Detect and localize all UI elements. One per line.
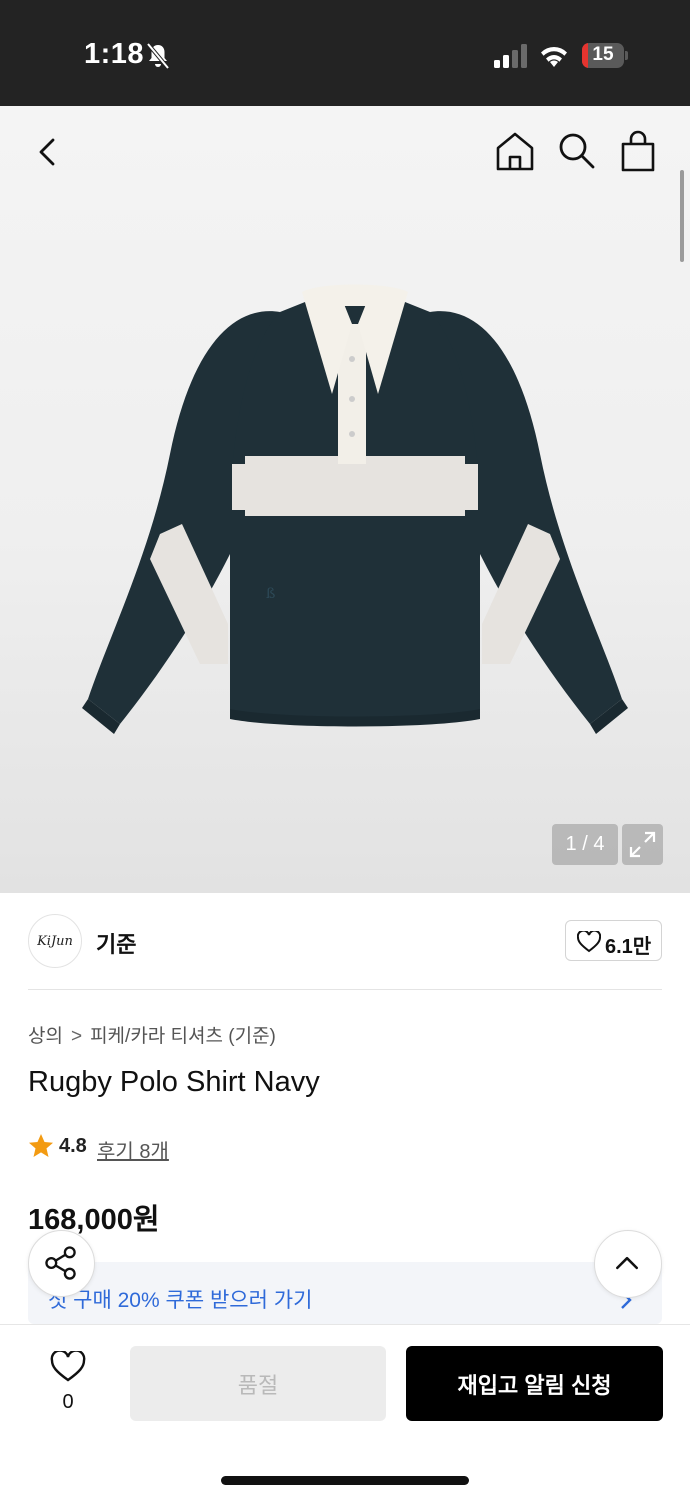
review-count-link[interactable]: 후기 8개 <box>97 1135 169 1164</box>
bottom-action-bar: 0 품절 재입고 알림 신청 <box>0 1324 690 1500</box>
breadcrumb-category[interactable]: 상의 <box>28 1026 63 1047</box>
shopping-bag-icon[interactable] <box>618 130 658 172</box>
breadcrumb-subcategory[interactable]: 피케/카라 티셔츠 (기준) <box>90 1026 276 1047</box>
expand-icon <box>629 831 656 858</box>
status-bar: 1:18 15 <box>0 0 690 106</box>
bell-slash-icon <box>146 42 170 70</box>
chevron-up-icon <box>616 1256 638 1270</box>
status-time: 1:18 <box>84 38 145 70</box>
svg-text:ß: ß <box>266 586 275 602</box>
image-page-counter: 1 / 4 <box>552 824 618 865</box>
soldout-button: 품절 <box>130 1346 386 1421</box>
share-button[interactable] <box>28 1230 95 1297</box>
product-gallery[interactable]: ß 1 / 4 <box>0 106 690 893</box>
battery-level: 15 <box>592 44 614 65</box>
wifi-icon <box>541 46 567 67</box>
star-icon <box>29 1134 53 1157</box>
brand-like-count: 6.1만 <box>605 936 652 958</box>
chevron-right-icon: > <box>70 1026 83 1047</box>
heart-icon[interactable] <box>50 1351 86 1383</box>
divider <box>28 989 662 990</box>
product-title: Rugby Polo Shirt Navy <box>28 1066 320 1098</box>
cellular-signal-icon <box>494 44 527 68</box>
share-icon <box>45 1246 76 1280</box>
product-image-rugby-polo[interactable]: ß <box>80 194 630 734</box>
brand-name[interactable]: 기준 <box>96 927 136 959</box>
brand-like-button[interactable]: 6.1만 <box>565 920 662 961</box>
scroll-to-top-button[interactable] <box>594 1230 662 1298</box>
back-icon[interactable] <box>30 134 66 170</box>
restock-alert-button[interactable]: 재입고 알림 신청 <box>406 1346 663 1421</box>
expand-image-button[interactable] <box>622 824 663 865</box>
search-icon[interactable] <box>556 130 596 170</box>
home-indicator[interactable] <box>221 1476 469 1485</box>
home-icon[interactable] <box>494 130 536 172</box>
wish-count: 0 <box>62 1391 74 1413</box>
breadcrumb: 상의 > 피케/카라 티셔츠 (기준) <box>28 1021 276 1048</box>
scrollbar-thumb[interactable] <box>680 170 684 262</box>
brand-logo[interactable]: KiJun <box>28 914 82 968</box>
rating-value: 4.8 <box>59 1135 87 1157</box>
coupon-banner[interactable]: 첫 구매 20% 쿠폰 받으러 가기 <box>28 1262 662 1324</box>
heart-outline-icon <box>577 931 601 953</box>
battery-icon: 15 <box>582 43 628 68</box>
